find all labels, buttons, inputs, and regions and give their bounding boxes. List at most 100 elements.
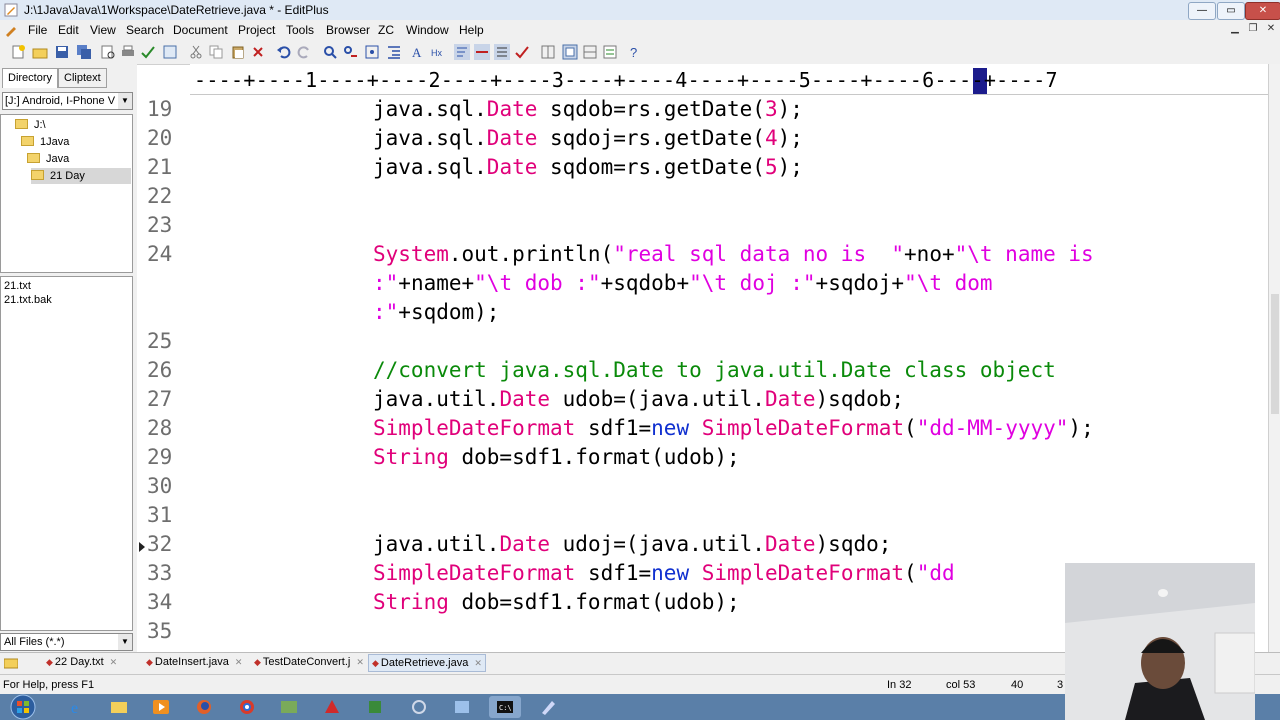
network-icon[interactable] — [446, 696, 478, 718]
code-token: System — [373, 242, 449, 266]
spellcheck-icon[interactable] — [140, 44, 156, 60]
tree-item-java[interactable]: Java — [27, 151, 69, 167]
directory-tree[interactable]: J:\ 1Java Java 21 Day — [0, 114, 133, 273]
doc-minimize-icon[interactable]: ▁ — [1228, 23, 1242, 37]
doc-tab-22day[interactable]: ◆ 22 Day.txt ✕ — [46, 656, 117, 668]
firefox-icon[interactable] — [188, 696, 220, 718]
code-line[interactable]: java.sql.Date sqdoj=rs.getDate(4); — [373, 124, 803, 153]
tab-directory[interactable]: Directory — [2, 68, 59, 88]
find-icon[interactable] — [322, 44, 338, 60]
cut-icon[interactable] — [188, 44, 204, 60]
file-item[interactable]: 21.txt — [4, 280, 31, 292]
browser-icon[interactable] — [162, 44, 178, 60]
code-line[interactable]: :"+name+"\t dob :"+sqdob+"\t doj :"+sqdo… — [373, 269, 993, 298]
status-column: col 53 — [946, 679, 976, 691]
chrome-icon[interactable] — [231, 696, 263, 718]
print-preview-icon[interactable] — [100, 44, 116, 60]
undo-icon[interactable] — [276, 44, 292, 60]
code-line[interactable]: //convert java.sql.Date to java.util.Dat… — [373, 356, 1056, 385]
tree-item-21day[interactable]: 21 Day — [31, 168, 131, 184]
code-line[interactable]: java.sql.Date sqdob=rs.getDate(3); — [373, 95, 803, 124]
code-line[interactable]: java.util.Date udoj=(java.util.Date)sqdo… — [373, 530, 891, 559]
font-icon[interactable]: A — [410, 44, 426, 60]
menu-tools[interactable]: Tools — [286, 23, 314, 37]
doc-tab-dateretrieve[interactable]: ◆ DateRetrieve.java ✕ — [368, 654, 486, 672]
file-item[interactable]: 21.txt.bak — [4, 294, 52, 306]
close-icon[interactable]: ✕ — [110, 657, 118, 667]
ruler-icon[interactable] — [474, 44, 490, 60]
doc-restore-icon[interactable]: ❐ — [1246, 23, 1260, 37]
code-line[interactable]: SimpleDateFormat sdf1=new SimpleDateForm… — [373, 414, 1094, 443]
chevron-down-icon[interactable]: ▼ — [118, 634, 132, 650]
save-icon[interactable] — [54, 44, 70, 60]
check-icon[interactable] — [514, 44, 530, 60]
doc-tab-dateinsert[interactable]: ◆ DateInsert.java ✕ — [146, 656, 242, 668]
indent-icon[interactable] — [386, 44, 402, 60]
menu-browser[interactable]: Browser — [326, 23, 370, 37]
split-icon[interactable] — [540, 44, 556, 60]
menu-document[interactable]: Document — [173, 23, 228, 37]
split-horizontal-icon[interactable] — [582, 44, 598, 60]
code-line[interactable]: java.util.Date udob=(java.util.Date)sqdo… — [373, 385, 904, 414]
code-line[interactable]: String dob=sdf1.format(udob); — [373, 588, 740, 617]
new-file-icon[interactable] — [10, 44, 26, 60]
menu-file[interactable]: File — [28, 23, 47, 37]
menu-project[interactable]: Project — [238, 23, 275, 37]
java-icon[interactable] — [359, 696, 391, 718]
menu-zc[interactable]: ZC — [378, 23, 394, 37]
doc-tab-testdateconvert[interactable]: ◆ TestDateConvert.j ✕ — [254, 656, 364, 668]
paste-icon[interactable] — [230, 44, 246, 60]
close-icon[interactable]: ✕ — [474, 658, 482, 668]
eclipse-icon[interactable] — [273, 696, 305, 718]
editplus-taskbar-icon[interactable] — [532, 696, 564, 718]
code-line[interactable]: java.sql.Date sqdom=rs.getDate(5); — [373, 153, 803, 182]
redo-icon[interactable] — [296, 44, 312, 60]
code-line[interactable]: :"+sqdom); — [373, 298, 499, 327]
print-icon[interactable] — [120, 44, 136, 60]
tree-item-root[interactable]: J:\ — [15, 117, 46, 133]
close-button[interactable]: ✕ — [1245, 2, 1280, 20]
doc-close-icon[interactable]: ✕ — [1264, 23, 1278, 37]
open-folder-icon[interactable] — [32, 44, 48, 60]
command-prompt-icon[interactable]: C:\ — [489, 696, 521, 718]
word-wrap-icon[interactable] — [454, 44, 470, 60]
menu-view[interactable]: View — [90, 23, 116, 37]
code-line[interactable]: SimpleDateFormat sdf1=new SimpleDateForm… — [373, 559, 955, 588]
file-filter-select[interactable]: All Files (*.*) ▼ — [0, 633, 133, 651]
chevron-down-icon[interactable]: ▼ — [118, 93, 132, 109]
hex-icon[interactable]: Hx — [430, 44, 446, 60]
vertical-scrollbar[interactable] — [1268, 64, 1280, 652]
tab-cliptext[interactable]: Cliptext — [58, 68, 107, 88]
settings-icon[interactable] — [403, 696, 435, 718]
code-line[interactable]: System.out.println("real sql data no is … — [373, 240, 1094, 269]
windows-start-icon[interactable] — [8, 694, 38, 720]
pdf-reader-icon[interactable] — [316, 696, 348, 718]
close-icon[interactable]: ✕ — [235, 657, 243, 667]
save-all-icon[interactable] — [76, 44, 92, 60]
menu-search[interactable]: Search — [126, 23, 164, 37]
replace-icon[interactable] — [342, 44, 358, 60]
goto-icon[interactable] — [364, 44, 380, 60]
internet-explorer-icon[interactable]: e — [62, 696, 94, 718]
maximize-button[interactable]: ▭ — [1217, 2, 1245, 20]
media-player-icon[interactable] — [145, 696, 177, 718]
copy-icon[interactable] — [208, 44, 224, 60]
file-explorer-icon[interactable] — [103, 696, 135, 718]
minimize-button[interactable]: — — [1188, 2, 1216, 20]
code-token: "\t dom — [904, 271, 993, 295]
tree-item-1java[interactable]: 1Java — [21, 134, 69, 150]
line-number-icon[interactable] — [494, 44, 510, 60]
delete-icon[interactable] — [250, 44, 266, 60]
menu-edit[interactable]: Edit — [58, 23, 79, 37]
code-token: java.sql. — [373, 155, 487, 179]
close-icon[interactable]: ✕ — [356, 657, 364, 667]
file-list[interactable]: 21.txt 21.txt.bak — [0, 276, 133, 631]
cliptext-icon[interactable] — [602, 44, 618, 60]
menu-help[interactable]: Help — [459, 23, 484, 37]
fullscreen-icon[interactable] — [562, 44, 578, 60]
drive-select[interactable]: [J:] Android, I-Phone V ▼ — [2, 92, 133, 110]
scrollbar-thumb[interactable] — [1271, 294, 1279, 414]
code-line[interactable]: String dob=sdf1.format(udob); — [373, 443, 740, 472]
help-icon[interactable]: ? — [628, 44, 644, 60]
menu-window[interactable]: Window — [406, 23, 449, 37]
